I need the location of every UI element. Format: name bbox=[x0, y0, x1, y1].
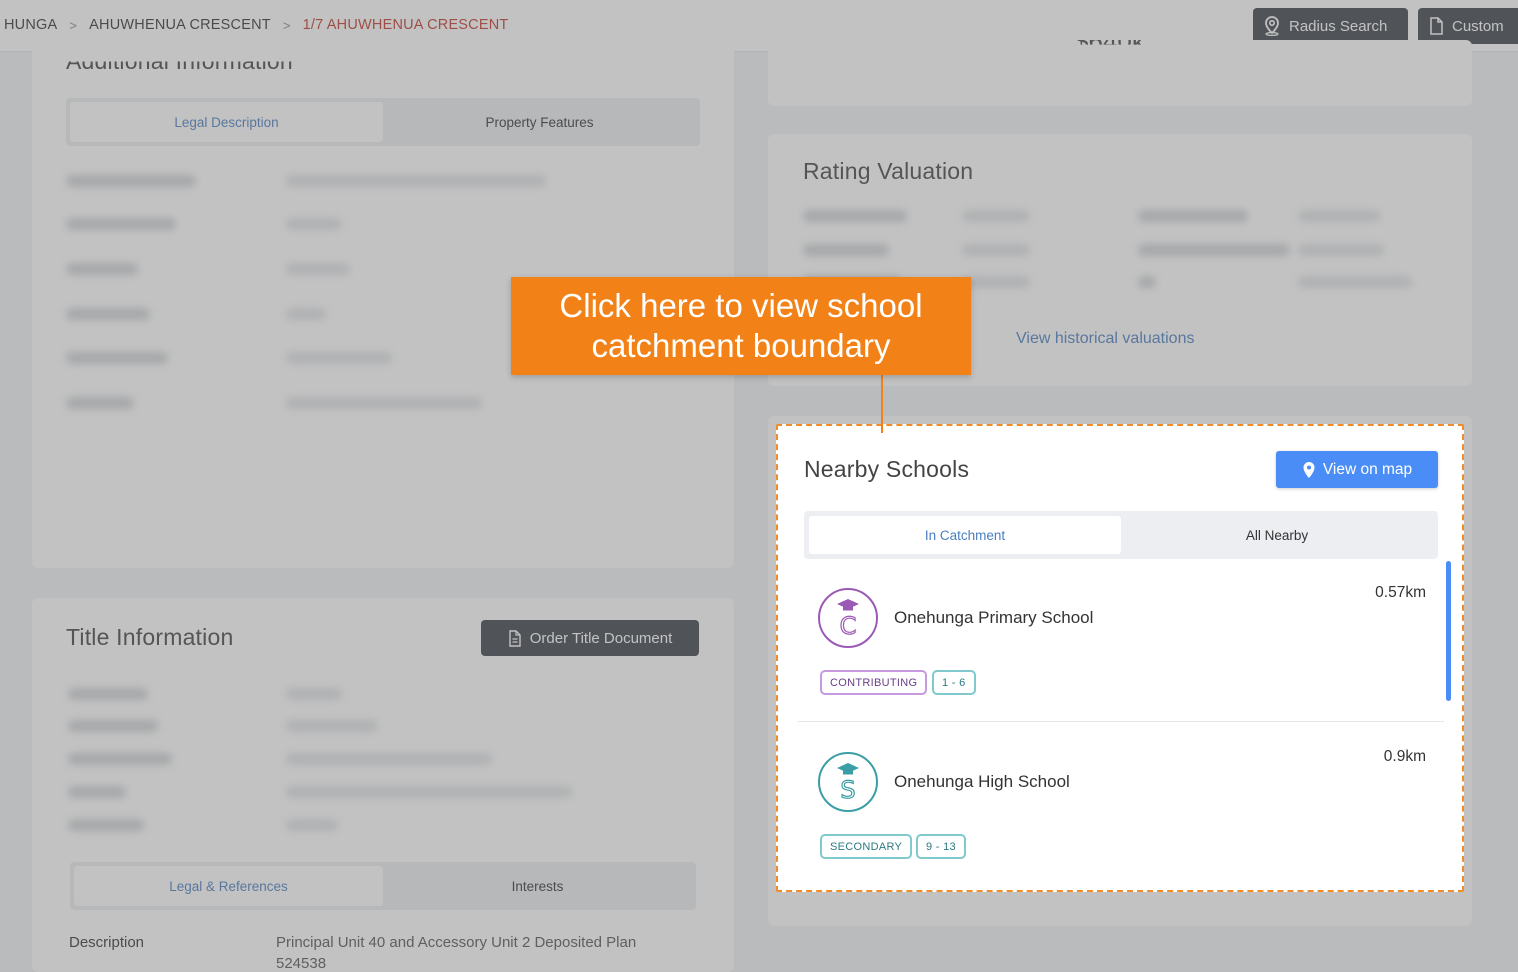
blurred-label bbox=[66, 263, 138, 275]
tab-all-nearby[interactable]: All Nearby bbox=[1121, 516, 1433, 554]
school-list-item[interactable]: S Onehunga High School 0.9km SECONDARY 9… bbox=[798, 730, 1444, 880]
year-range-tag: 1 - 6 bbox=[932, 670, 976, 695]
year-range-tag: 9 - 13 bbox=[916, 834, 966, 859]
blurred-label bbox=[68, 786, 126, 798]
blurred-value bbox=[962, 210, 1030, 222]
school-secondary-icon: S bbox=[818, 752, 878, 812]
custom-button[interactable]: Custom bbox=[1418, 8, 1518, 44]
blurred-value bbox=[1298, 210, 1380, 222]
tab-legal-description[interactable]: Legal Description bbox=[70, 102, 383, 142]
document-icon bbox=[1430, 17, 1443, 35]
blurred-label bbox=[66, 175, 196, 187]
tab-property-features[interactable]: Property Features bbox=[383, 102, 696, 142]
blurred-value bbox=[286, 175, 546, 187]
callout-connector bbox=[881, 375, 883, 433]
blurred-label bbox=[68, 688, 148, 700]
breadcrumb-item-suburb[interactable]: HUNGA bbox=[4, 17, 57, 33]
blurred-label bbox=[1138, 244, 1290, 256]
blurred-value bbox=[286, 819, 338, 831]
blurred-label bbox=[66, 397, 134, 409]
blurred-value bbox=[286, 263, 350, 275]
radius-search-button[interactable]: Radius Search bbox=[1253, 8, 1408, 44]
blurred-value bbox=[286, 688, 342, 700]
blurred-label bbox=[803, 244, 889, 256]
tab-legal-references[interactable]: Legal & References bbox=[74, 866, 383, 906]
school-name: Onehunga High School bbox=[894, 772, 1070, 791]
school-type-tag: SECONDARY bbox=[820, 834, 913, 859]
blurred-label bbox=[68, 720, 158, 732]
location-pin-icon bbox=[1265, 16, 1279, 36]
blurred-value bbox=[1298, 244, 1384, 256]
schools-scrollbar[interactable] bbox=[1446, 561, 1451, 701]
blurred-label bbox=[803, 210, 907, 222]
price-estimate-card: $640k bbox=[768, 40, 1472, 106]
school-distance: 0.9km bbox=[1383, 748, 1426, 765]
svg-text:S: S bbox=[840, 776, 855, 804]
order-title-document-label: Order Title Document bbox=[529, 629, 673, 647]
description-label: Description bbox=[69, 934, 145, 951]
order-title-document-button[interactable]: Order Title Document bbox=[481, 620, 699, 656]
blurred-label bbox=[68, 753, 172, 765]
blurred-value bbox=[286, 308, 326, 320]
price-estimate-value: $640k bbox=[1074, 40, 1145, 56]
tab-interests[interactable]: Interests bbox=[383, 866, 692, 906]
school-contributing-icon: C bbox=[818, 588, 878, 648]
blurred-value bbox=[286, 786, 572, 798]
breadcrumb: HUNGA > AHUWHENUA CRESCENT > 1/7 AHUWHEN… bbox=[4, 17, 508, 33]
additional-information-title: Additional Information bbox=[66, 48, 293, 75]
blurred-label bbox=[68, 819, 144, 831]
document-icon bbox=[509, 629, 521, 647]
view-on-map-button[interactable]: View on map bbox=[1276, 451, 1438, 488]
breadcrumb-item-property: 1/7 AHUWHENUA CRESCENT bbox=[302, 17, 509, 33]
blurred-value bbox=[962, 276, 1030, 288]
breadcrumb-item-street[interactable]: AHUWHENUA CRESCENT bbox=[89, 17, 271, 33]
title-information-card: Title Information Order Title Document L… bbox=[32, 598, 734, 972]
additional-info-tabs: Legal Description Property Features bbox=[66, 98, 700, 146]
nearby-schools-title: Nearby Schools bbox=[804, 456, 970, 482]
custom-label: Custom bbox=[1452, 17, 1504, 35]
tab-in-catchment[interactable]: In Catchment bbox=[809, 516, 1121, 554]
list-divider bbox=[798, 721, 1444, 722]
blurred-value bbox=[286, 397, 482, 409]
blurred-label bbox=[66, 308, 150, 320]
blurred-label bbox=[66, 218, 176, 230]
blurred-value bbox=[286, 218, 342, 230]
title-information-tabs: Legal & References Interests bbox=[70, 862, 696, 910]
blurred-value bbox=[1298, 276, 1412, 288]
breadcrumb-separator: > bbox=[69, 17, 78, 33]
description-value: Principal Unit 40 and Accessory Unit 2 D… bbox=[276, 934, 637, 972]
school-distance: 0.57km bbox=[1375, 584, 1426, 601]
school-list-item[interactable]: C Onehunga Primary School 0.57km CONTRIB… bbox=[798, 566, 1444, 716]
graduation-cap-icon: C bbox=[837, 599, 859, 640]
school-name: Onehunga Primary School bbox=[894, 608, 1094, 627]
svg-text:C: C bbox=[840, 612, 857, 640]
schools-tabs: In Catchment All Nearby bbox=[804, 511, 1438, 559]
blurred-value bbox=[962, 244, 1030, 256]
tutorial-callout: Click here to view school catchment boun… bbox=[511, 277, 971, 375]
graduation-cap-icon: S bbox=[837, 763, 859, 804]
radius-search-label: Radius Search bbox=[1289, 17, 1388, 35]
breadcrumb-separator: > bbox=[282, 17, 291, 33]
view-on-map-label: View on map bbox=[1322, 460, 1413, 478]
blurred-label bbox=[1138, 276, 1156, 288]
map-pin-icon bbox=[1303, 461, 1315, 478]
title-information-title: Title Information bbox=[66, 624, 234, 650]
blurred-value bbox=[286, 720, 378, 732]
blurred-label bbox=[1138, 210, 1248, 222]
rating-valuation-title: Rating Valuation bbox=[803, 158, 974, 184]
blurred-value bbox=[286, 352, 392, 364]
blurred-value bbox=[286, 753, 492, 765]
nearby-schools-card: Nearby Schools View on map In Catchment … bbox=[776, 424, 1464, 892]
view-historical-valuations-link[interactable]: View historical valuations bbox=[1016, 330, 1194, 348]
blurred-label bbox=[66, 352, 168, 364]
school-type-tag: CONTRIBUTING bbox=[820, 670, 928, 695]
